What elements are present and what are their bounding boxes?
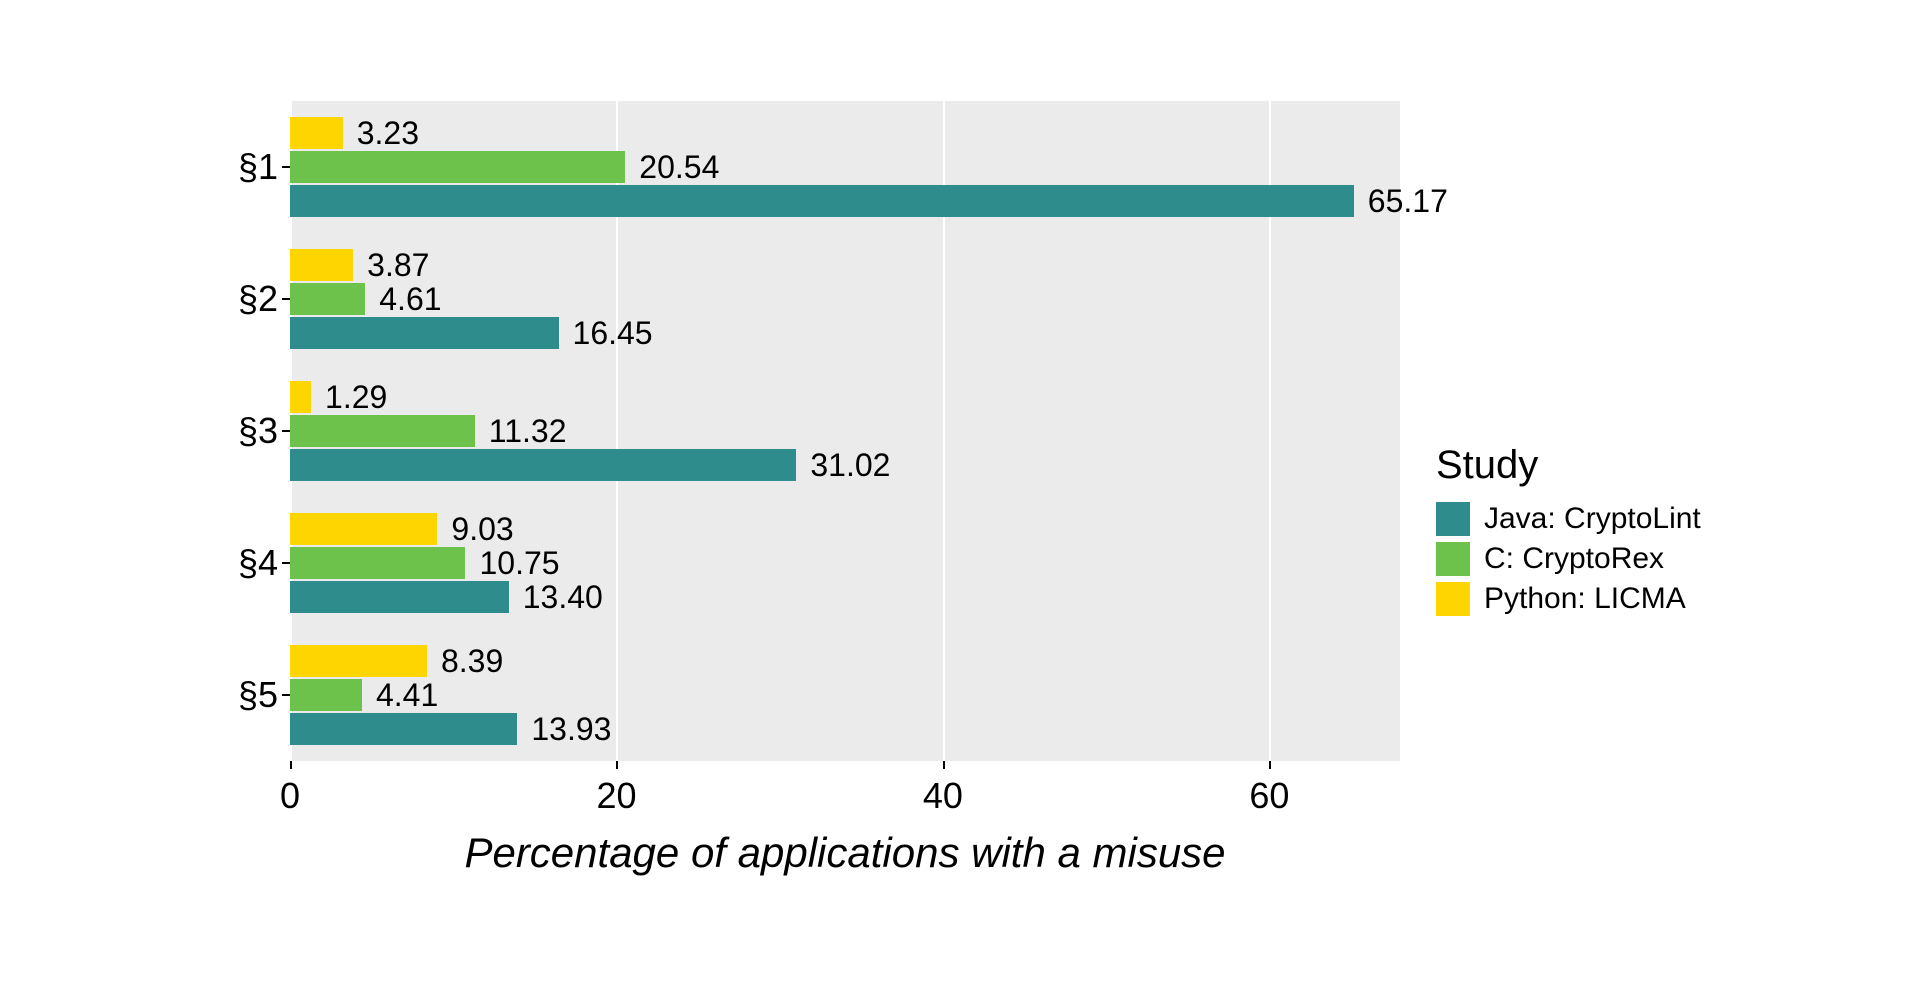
bar-python-5: 8.39 bbox=[290, 645, 1400, 677]
y-tick bbox=[282, 562, 290, 564]
x-tick-label: 0 bbox=[280, 775, 300, 817]
bar-c-1: 20.54 bbox=[290, 151, 1400, 183]
y-label-2: §2 bbox=[218, 278, 278, 320]
bar-groups: §1 3.23 20.54 65.17 §2 3.87 4.61 bbox=[290, 101, 1400, 761]
bar-label: 4.41 bbox=[376, 677, 438, 714]
legend-swatch-java bbox=[1436, 502, 1470, 536]
x-tick bbox=[1269, 761, 1271, 769]
legend-label-python: Python: LICMA bbox=[1484, 582, 1686, 616]
plot-area: §1 3.23 20.54 65.17 §2 3.87 4.61 bbox=[290, 101, 1400, 761]
bar-python-4: 9.03 bbox=[290, 513, 1400, 545]
group-2: §2 3.87 4.61 16.45 bbox=[290, 233, 1400, 365]
bar-label: 1.29 bbox=[325, 379, 387, 416]
group-3: §3 1.29 11.32 31.02 bbox=[290, 365, 1400, 497]
legend-item-java: Java: CryptoLint bbox=[1436, 502, 1704, 536]
legend-swatch-python bbox=[1436, 582, 1470, 616]
bar-label: 16.45 bbox=[573, 315, 653, 352]
bar-label: 10.75 bbox=[479, 545, 559, 582]
bar-label: 13.40 bbox=[523, 579, 603, 616]
bar-python-3: 1.29 bbox=[290, 381, 1400, 413]
bar-label: 3.23 bbox=[357, 115, 419, 152]
group-1: §1 3.23 20.54 65.17 bbox=[290, 101, 1400, 233]
x-tick bbox=[616, 761, 618, 769]
bar-label: 8.39 bbox=[441, 643, 503, 680]
y-label-4: §4 bbox=[218, 542, 278, 584]
bar-c-5: 4.41 bbox=[290, 679, 1400, 711]
x-tick-label: 40 bbox=[923, 775, 963, 817]
bar-python-1: 3.23 bbox=[290, 117, 1400, 149]
bar-label: 4.61 bbox=[379, 281, 441, 318]
x-tick bbox=[290, 761, 292, 769]
x-tick-label: 60 bbox=[1249, 775, 1289, 817]
bar-label: 31.02 bbox=[810, 447, 890, 484]
bar-label: 11.32 bbox=[489, 413, 567, 450]
bar-label: 3.87 bbox=[367, 247, 429, 284]
grouped-bar-chart: §1 3.23 20.54 65.17 §2 3.87 4.61 bbox=[200, 91, 1720, 891]
x-tick-label: 20 bbox=[596, 775, 636, 817]
legend-swatch-c bbox=[1436, 542, 1470, 576]
bar-label: 65.17 bbox=[1368, 183, 1448, 220]
group-4: §4 9.03 10.75 13.40 bbox=[290, 497, 1400, 629]
bar-java-5: 13.93 bbox=[290, 713, 1400, 745]
legend-label-java: Java: CryptoLint bbox=[1484, 502, 1701, 536]
y-tick bbox=[282, 430, 290, 432]
legend-item-python: Python: LICMA bbox=[1436, 582, 1704, 616]
group-5: §5 8.39 4.41 13.93 bbox=[290, 629, 1400, 761]
y-label-5: §5 bbox=[218, 674, 278, 716]
y-tick bbox=[282, 166, 290, 168]
bar-label: 13.93 bbox=[531, 711, 611, 748]
bar-c-4: 10.75 bbox=[290, 547, 1400, 579]
bar-label: 9.03 bbox=[451, 511, 513, 548]
bar-java-2: 16.45 bbox=[290, 317, 1400, 349]
bar-java-1: 65.17 bbox=[290, 185, 1400, 217]
y-label-3: §3 bbox=[218, 410, 278, 452]
legend-title: Study bbox=[1436, 443, 1704, 488]
x-axis-title: Percentage of applications with a misuse bbox=[290, 829, 1400, 877]
bar-c-3: 11.32 bbox=[290, 415, 1400, 447]
legend: Study Java: CryptoLint C: CryptoRex Pyth… bbox=[1420, 431, 1720, 634]
legend-label-c: C: CryptoRex bbox=[1484, 542, 1664, 576]
x-tick bbox=[943, 761, 945, 769]
legend-item-c: C: CryptoRex bbox=[1436, 542, 1704, 576]
y-tick bbox=[282, 298, 290, 300]
y-tick bbox=[282, 694, 290, 696]
bar-label: 20.54 bbox=[639, 149, 719, 186]
bar-python-2: 3.87 bbox=[290, 249, 1400, 281]
bar-c-2: 4.61 bbox=[290, 283, 1400, 315]
y-label-1: §1 bbox=[218, 146, 278, 188]
x-axis: Percentage of applications with a misuse… bbox=[290, 761, 1400, 891]
bar-java-3: 31.02 bbox=[290, 449, 1400, 481]
bar-java-4: 13.40 bbox=[290, 581, 1400, 613]
